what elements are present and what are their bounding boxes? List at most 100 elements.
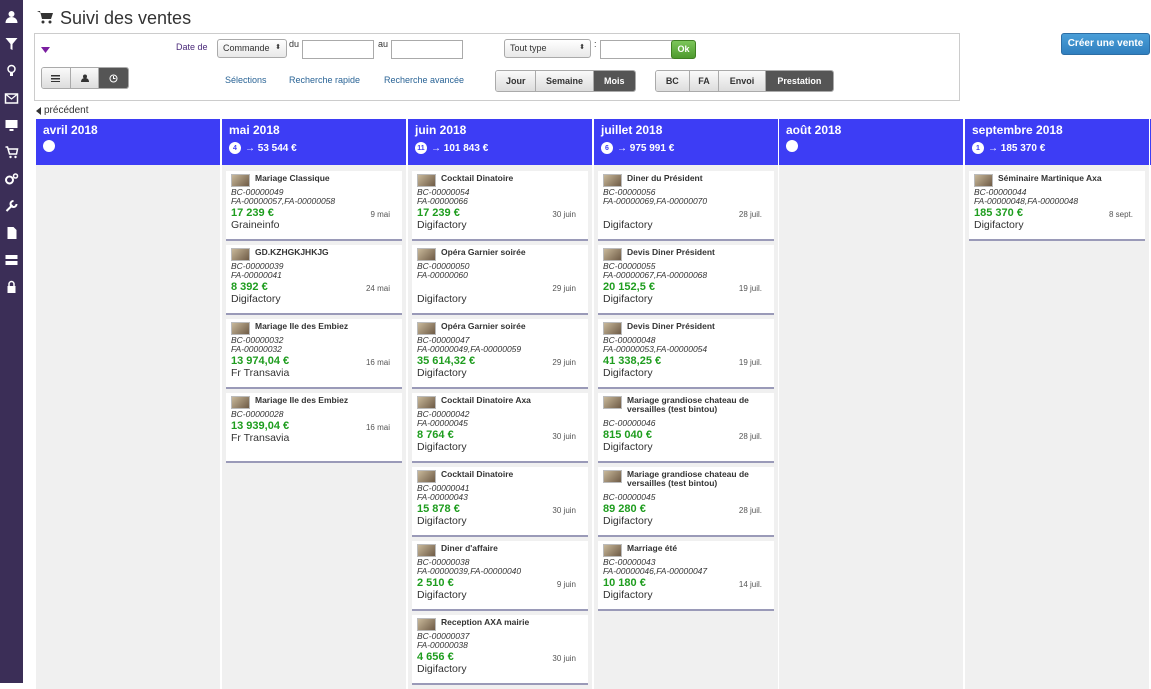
quick-search-link[interactable]: Recherche rapide	[289, 75, 360, 85]
sale-date: 19 juil.	[738, 284, 762, 293]
cogs-icon[interactable]	[4, 172, 19, 186]
wrench-icon[interactable]	[4, 199, 19, 213]
sale-title: Opéra Garnier soirée	[441, 247, 526, 257]
avatar	[417, 396, 436, 409]
month-summary: 6 → 975 991 €	[601, 142, 771, 154]
sales-count-badge: 11	[415, 142, 427, 154]
avatar	[417, 322, 436, 335]
sale-card[interactable]: Devis Diner Président BC-00000055 FA-00000…	[598, 245, 774, 315]
avatar	[231, 248, 250, 261]
sale-card[interactable]: Mariage Ile des Embiez BC-00000032 FA-0000…	[226, 319, 402, 389]
sale-date: 9 mai	[370, 210, 390, 219]
collapse-toggle-icon[interactable]	[41, 44, 50, 56]
list-view-icon[interactable]	[42, 68, 71, 88]
sale-card[interactable]: Opéra Garnier soirée BC-00000050 FA-000000…	[412, 245, 588, 315]
empty-indicator	[43, 140, 55, 152]
client-name: Fr Transavia	[231, 432, 290, 444]
fa-button[interactable]: FA	[689, 71, 720, 91]
fa-refs: FA-00000032	[231, 344, 282, 354]
filter-icon[interactable]	[4, 37, 19, 51]
sale-title: Mariage grandiose chateau de versailles …	[627, 395, 749, 414]
prestation-button[interactable]: Prestation	[765, 71, 833, 91]
selections-link[interactable]: Sélections	[225, 75, 267, 85]
lock-icon[interactable]	[4, 280, 19, 294]
month-header: mai 2018 4 → 53 544 €	[222, 119, 406, 165]
sale-card[interactable]: Séminaire Martinique Axa BC-00000044 FA-00…	[969, 171, 1145, 241]
ok-button[interactable]: Ok	[671, 40, 696, 59]
client-name: Graineinfo	[231, 219, 280, 231]
month-column: septembre 2018 1 → 185 370 € Séminaire Mart…	[965, 119, 1149, 689]
from-date-input[interactable]	[302, 40, 374, 59]
document-icon[interactable]	[4, 226, 19, 240]
sale-date: 14 juil.	[738, 580, 762, 589]
sale-card[interactable]: Mariage Ile des Embiez BC-00000028 13 939,…	[226, 393, 402, 463]
sale-date: 30 juin	[552, 506, 576, 515]
month-summary: 1 → 185 370 €	[972, 142, 1142, 154]
avatar	[603, 544, 622, 557]
previous-link[interactable]: précédent	[36, 105, 88, 116]
sale-card[interactable]: Cocktail Dinatoire BC-00000041 FA-00000043…	[412, 467, 588, 537]
week-button[interactable]: Semaine	[536, 71, 594, 91]
cart-icon[interactable]	[4, 145, 19, 159]
sale-card[interactable]: Diner d'affaire BC-00000038 FA-00000039,FA…	[412, 541, 588, 611]
avatar	[231, 322, 250, 335]
avatar	[603, 322, 622, 335]
monitor-icon[interactable]	[4, 118, 19, 132]
fa-refs: FA-00000067,FA-00000068	[603, 270, 708, 280]
type-select[interactable]: Tout type ⬍	[504, 39, 591, 58]
month-header: juin 2018 11 → 101 843 €	[408, 119, 592, 165]
client-name: Digifactory	[603, 367, 653, 379]
sale-card[interactable]: Cocktail Dinatoire BC-00000054 FA-00000066…	[412, 171, 588, 241]
bc-button[interactable]: BC	[656, 71, 690, 91]
type-select-value: Tout type	[510, 43, 547, 53]
clock-view-icon[interactable]	[99, 68, 128, 88]
envelope-icon[interactable]	[4, 91, 19, 105]
bc-ref: BC-00000045	[603, 492, 656, 502]
card-list	[779, 165, 963, 171]
fa-refs: FA-00000043	[417, 492, 468, 502]
avatar	[231, 396, 250, 409]
server-icon[interactable]	[4, 253, 19, 267]
avatar	[417, 248, 436, 261]
month-title: septembre 2018	[972, 123, 1063, 137]
month-total: → 185 370 €	[988, 142, 1046, 154]
sale-card[interactable]: Marriage été BC-00000043 FA-00000046,FA-00…	[598, 541, 774, 611]
month-total: → 53 544 €	[245, 142, 297, 154]
fa-refs: FA-00000053,FA-00000054	[603, 344, 708, 354]
month-column: mai 2018 4 → 53 544 € Mariage Classique BC-0…	[222, 119, 406, 689]
day-button[interactable]: Jour	[496, 71, 537, 91]
to-date-input[interactable]	[391, 40, 463, 59]
sale-date: 29 juin	[552, 284, 576, 293]
type-value-input[interactable]	[600, 40, 673, 59]
client-name: Digifactory	[974, 219, 1024, 231]
sale-card[interactable]: Reception AXA mairie BC-00000037 FA-000000…	[412, 615, 588, 685]
sale-card[interactable]: Diner du Président BC-00000056 FA-00000069…	[598, 171, 774, 241]
fa-refs: FA-00000060	[417, 270, 468, 280]
person-view-icon[interactable]	[70, 68, 100, 88]
sale-card[interactable]: Opéra Garnier soirée BC-00000047 FA-000000…	[412, 319, 588, 389]
advanced-search-link[interactable]: Recherche avancée	[384, 75, 464, 85]
sale-card[interactable]: Cocktail Dinatoire Axa BC-00000042 FA-0000…	[412, 393, 588, 463]
fa-refs: FA-00000057,FA-00000058	[231, 196, 336, 206]
sale-card[interactable]: Devis Diner Président BC-00000048 FA-00000…	[598, 319, 774, 389]
month-button[interactable]: Mois	[593, 71, 635, 91]
sale-card[interactable]: GD.KZHGKJHKJG BC-00000039 FA-00000041 8 392…	[226, 245, 402, 315]
sale-title: Mariage grandiose chateau de versailles …	[627, 469, 749, 488]
envoi-button[interactable]: Envoi	[719, 71, 766, 91]
sale-card[interactable]: Mariage grandiose chateau de versailles …	[598, 467, 774, 537]
client-name: Digifactory	[603, 441, 653, 453]
to-label: au	[378, 39, 389, 49]
client-name: Digifactory	[417, 515, 467, 527]
from-label: du	[289, 39, 300, 49]
lightbulb-icon[interactable]	[4, 64, 19, 78]
sale-card[interactable]: Mariage Classique BC-00000049 FA-00000057,…	[226, 171, 402, 241]
avatar	[974, 174, 993, 187]
date-type-select[interactable]: Commande ⬍	[217, 39, 287, 58]
user-icon[interactable]	[4, 10, 19, 24]
view-toggle	[41, 67, 129, 89]
client-name: Digifactory	[603, 589, 653, 601]
create-sale-button[interactable]: Créer une vente	[1061, 33, 1150, 55]
sale-card[interactable]: Mariage grandiose chateau de versailles …	[598, 393, 774, 463]
sale-title: Devis Diner Président	[627, 247, 715, 257]
client-name: Fr Transavia	[231, 367, 290, 379]
